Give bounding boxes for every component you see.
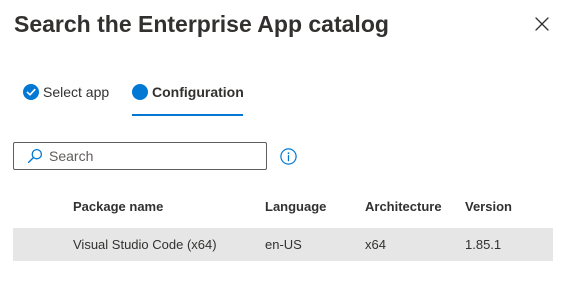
close-icon bbox=[535, 17, 549, 31]
tab-configuration[interactable]: Configuration bbox=[132, 82, 244, 116]
cell-language: en-US bbox=[265, 237, 302, 252]
column-header-version[interactable]: Version bbox=[465, 190, 512, 223]
column-header-language[interactable]: Language bbox=[265, 190, 326, 223]
close-button[interactable] bbox=[530, 12, 554, 36]
cell-version: 1.85.1 bbox=[465, 237, 502, 252]
tab-select-app[interactable]: Select app bbox=[23, 82, 109, 116]
column-header-package-name[interactable]: Package name bbox=[73, 190, 163, 223]
search-icon bbox=[27, 148, 43, 164]
table-row[interactable]: Visual Studio Code (x64) en-US x64 1.85.… bbox=[13, 228, 553, 261]
cell-architecture: x64 bbox=[365, 237, 386, 252]
search-input[interactable] bbox=[49, 148, 249, 164]
table-header: Package name Language Architecture Versi… bbox=[13, 190, 553, 228]
info-icon[interactable] bbox=[280, 148, 297, 165]
package-table: Package name Language Architecture Versi… bbox=[13, 190, 553, 261]
filled-circle-icon bbox=[132, 84, 148, 100]
checkmark-circle-icon bbox=[23, 84, 39, 100]
enterprise-app-catalog-dialog: Search the Enterprise App catalog Select… bbox=[0, 0, 566, 286]
tab-select-app-label: Select app bbox=[43, 84, 110, 100]
column-header-architecture[interactable]: Architecture bbox=[365, 190, 442, 223]
tab-configuration-label: Configuration bbox=[152, 84, 244, 100]
active-tab-indicator bbox=[132, 114, 243, 116]
dialog-title: Search the Enterprise App catalog bbox=[14, 11, 389, 37]
cell-package-name: Visual Studio Code (x64) bbox=[73, 237, 217, 252]
search-box[interactable] bbox=[13, 142, 267, 170]
